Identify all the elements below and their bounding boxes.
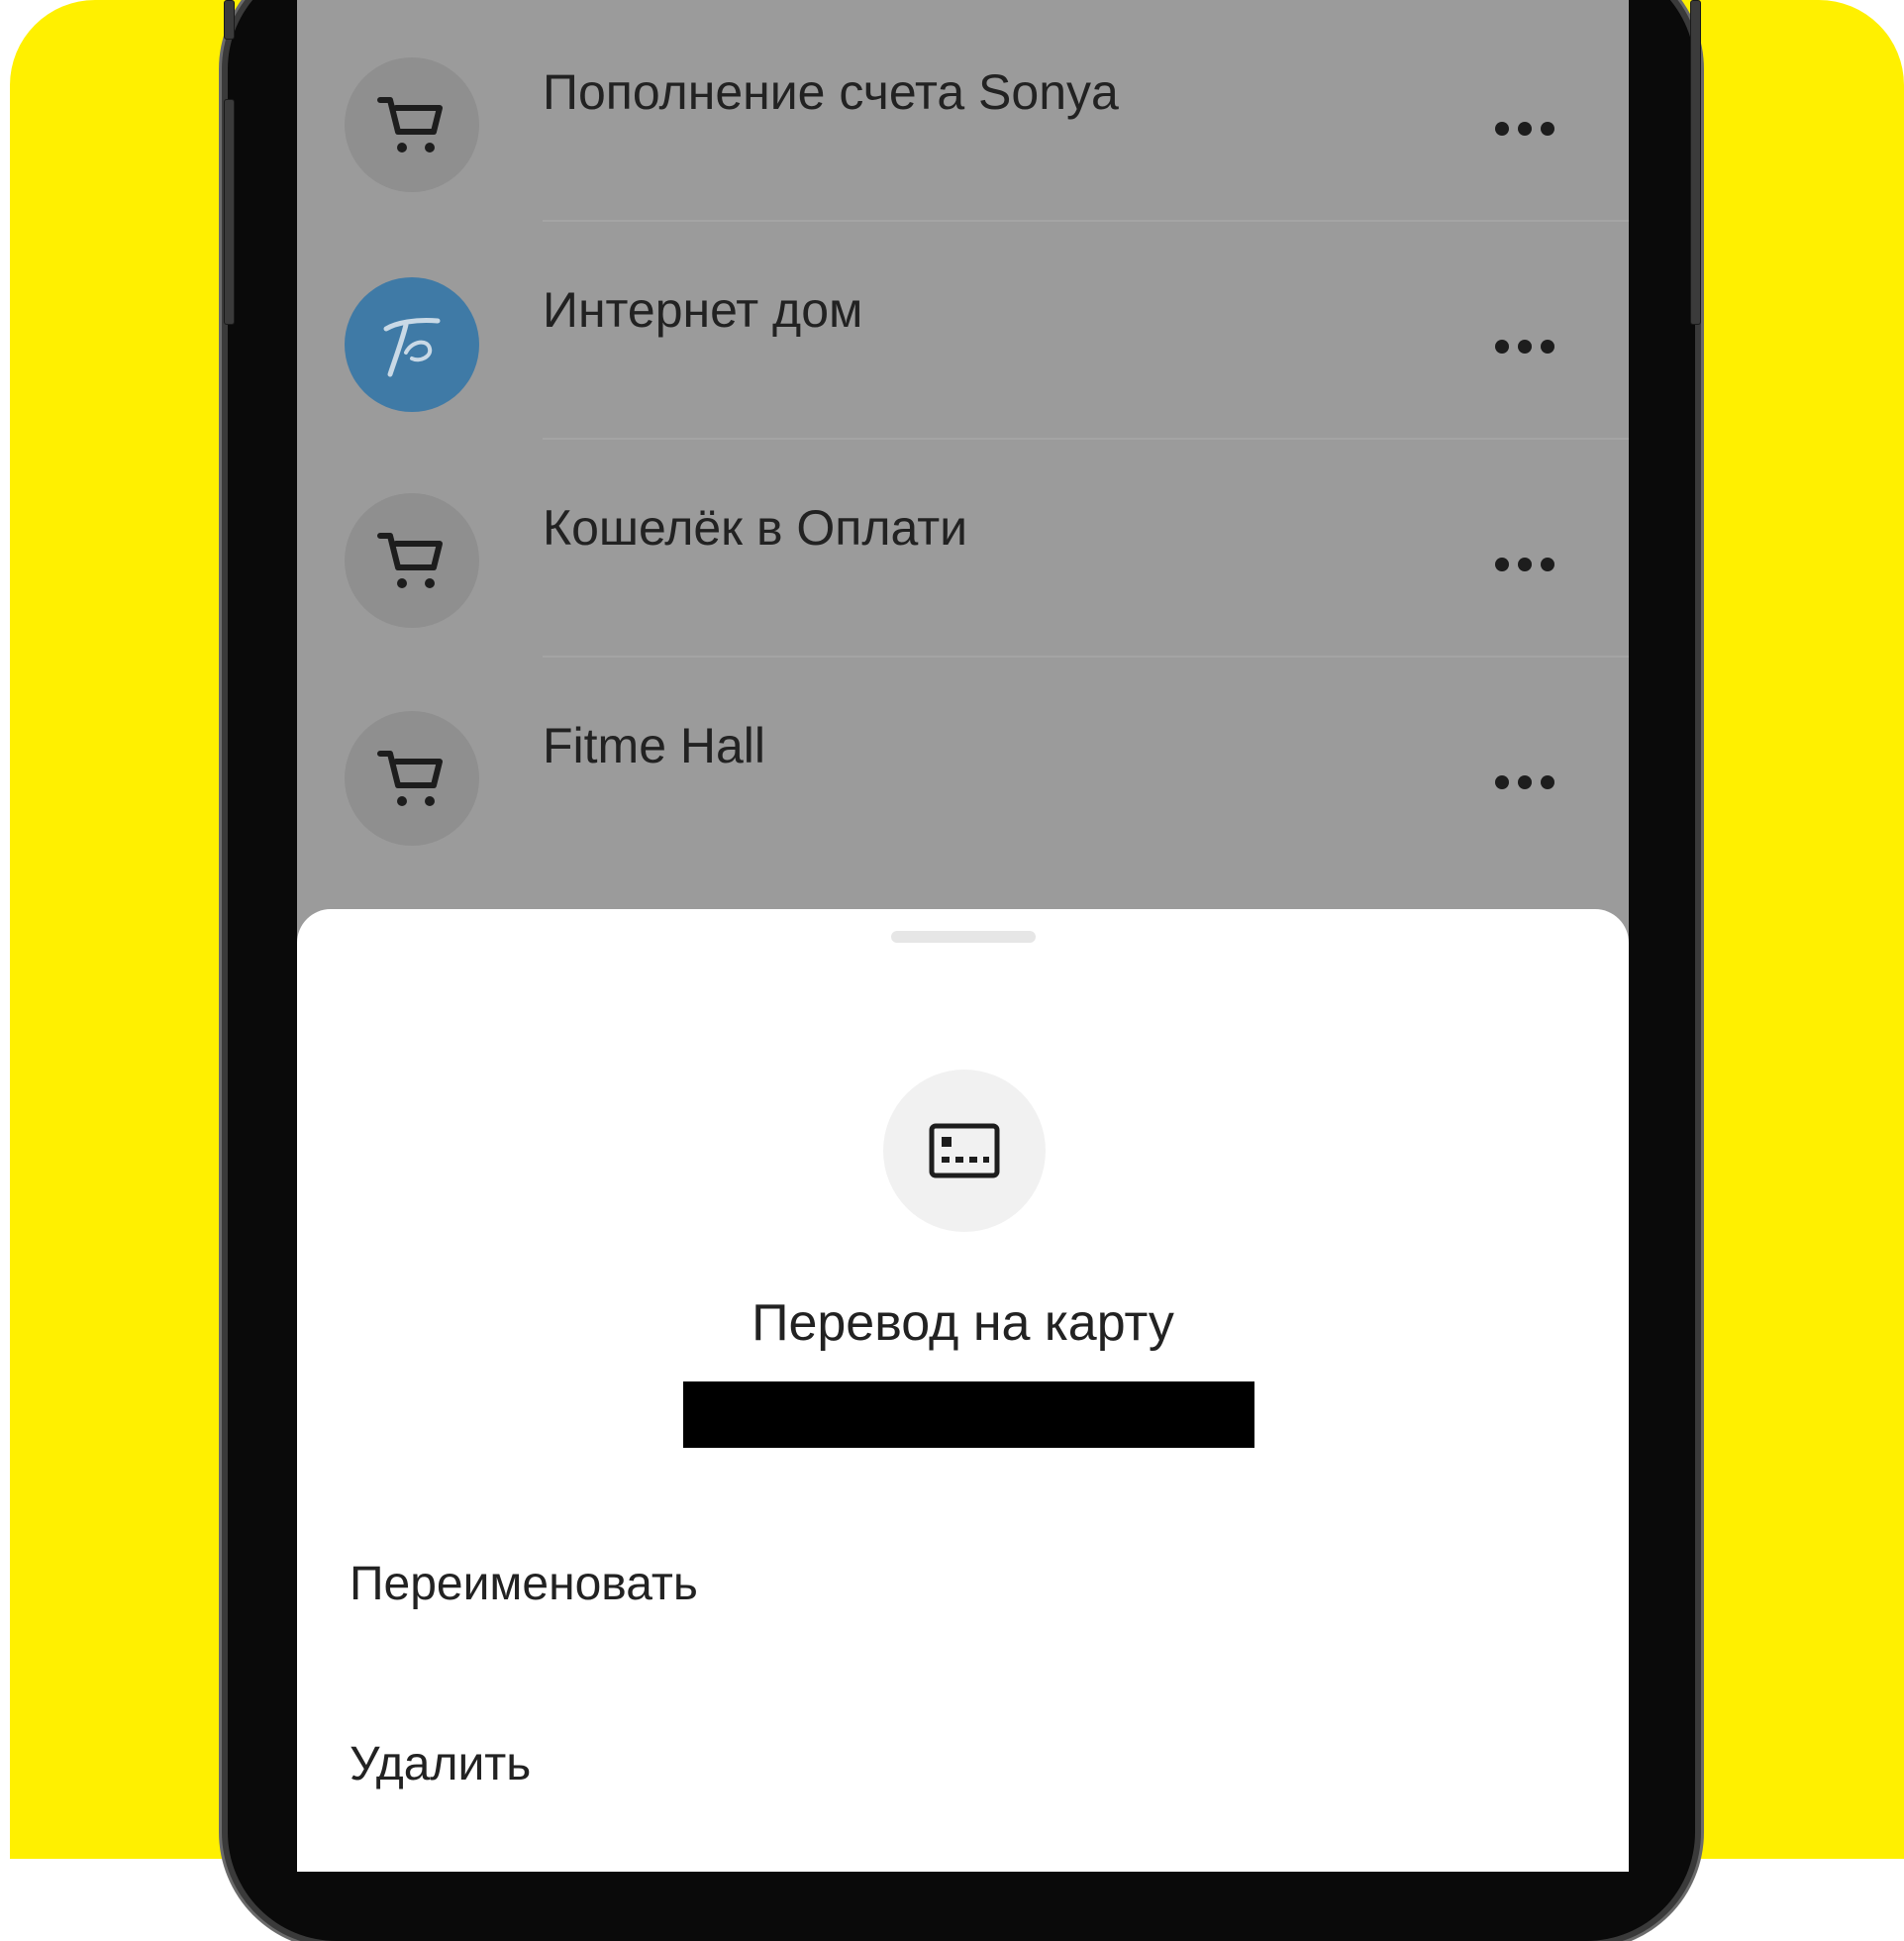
cart-icon [377,97,443,153]
row-title: Пополнение счета Sonya [543,64,1119,120]
redacted-card-number [683,1381,1254,1448]
more-dots-icon[interactable] [1495,119,1554,139]
side-button [224,0,235,40]
list-item[interactable]: Fitme Hall [297,644,1629,862]
sheet-title: Перевод на карту [752,1294,1174,1352]
cart-icon [377,533,443,588]
delete-action[interactable]: Удалить [350,1737,531,1791]
side-button [224,99,235,325]
cart-icon [377,751,443,806]
row-avatar [345,493,479,628]
side-button [1690,0,1701,325]
row-avatar [345,277,479,412]
more-dots-icon[interactable] [1495,555,1554,574]
list-item[interactable]: Интернет дом [297,208,1629,440]
provider-logo [383,318,441,377]
bottom-sheet: Перевод на карту Переименовать Удалить [297,909,1629,1872]
list-item[interactable]: Кошелёк в Оплати [297,426,1629,658]
list-item[interactable]: Пополнение счета Sonya [297,0,1629,222]
card-icon [929,1123,1000,1178]
more-dots-icon[interactable] [1495,337,1554,357]
row-avatar [345,57,479,192]
row-title: Кошелёк в Оплати [543,500,968,556]
phone-screen: Пополнение счета Sonya Интернет дом Коше… [297,0,1629,1872]
row-title: Интернет дом [543,282,863,338]
sheet-icon-badge [883,1070,1046,1232]
rename-action[interactable]: Переименовать [350,1557,698,1611]
more-dots-icon[interactable] [1495,772,1554,792]
row-title: Fitme Hall [543,718,766,773]
row-avatar [345,711,479,846]
sheet-grabber[interactable] [891,931,1036,943]
